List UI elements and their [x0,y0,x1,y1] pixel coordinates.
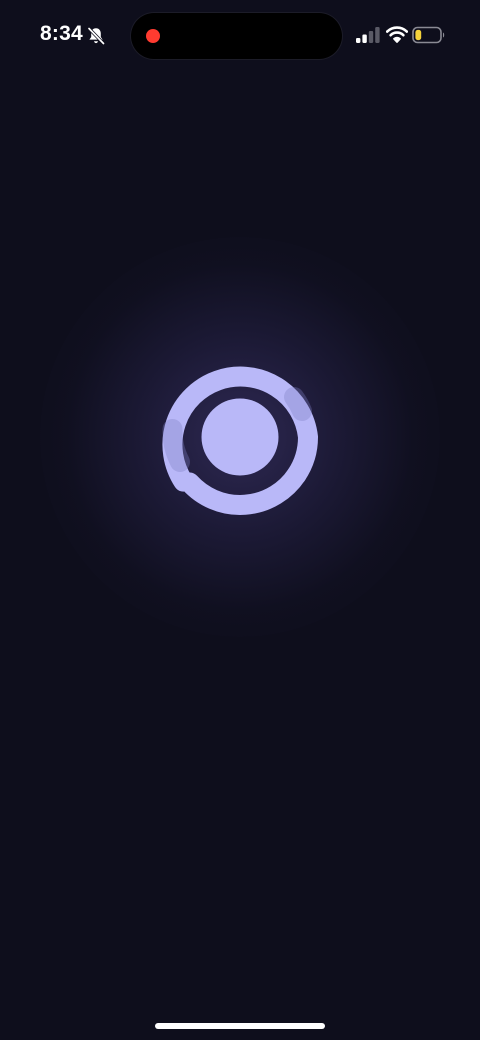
signal-bar [368,31,374,43]
dynamic-island [131,13,342,59]
bell-slash-icon [87,26,106,46]
record-dot-icon [146,29,160,43]
home-indicator[interactable] [155,1023,325,1029]
status-time: 8:34 [40,22,83,45]
wifi-icon [386,26,408,43]
signal-bar [356,38,361,43]
status-bar: 8:34 [0,0,480,72]
splash-screen: 8:34 [0,0,480,1040]
cellular-signal-icon [356,27,380,43]
battery-level-fill [415,29,422,41]
signal-bar [362,34,367,43]
ring-logo-icon [162,366,319,515]
signal-bar [375,27,380,43]
battery-icon [412,26,445,44]
